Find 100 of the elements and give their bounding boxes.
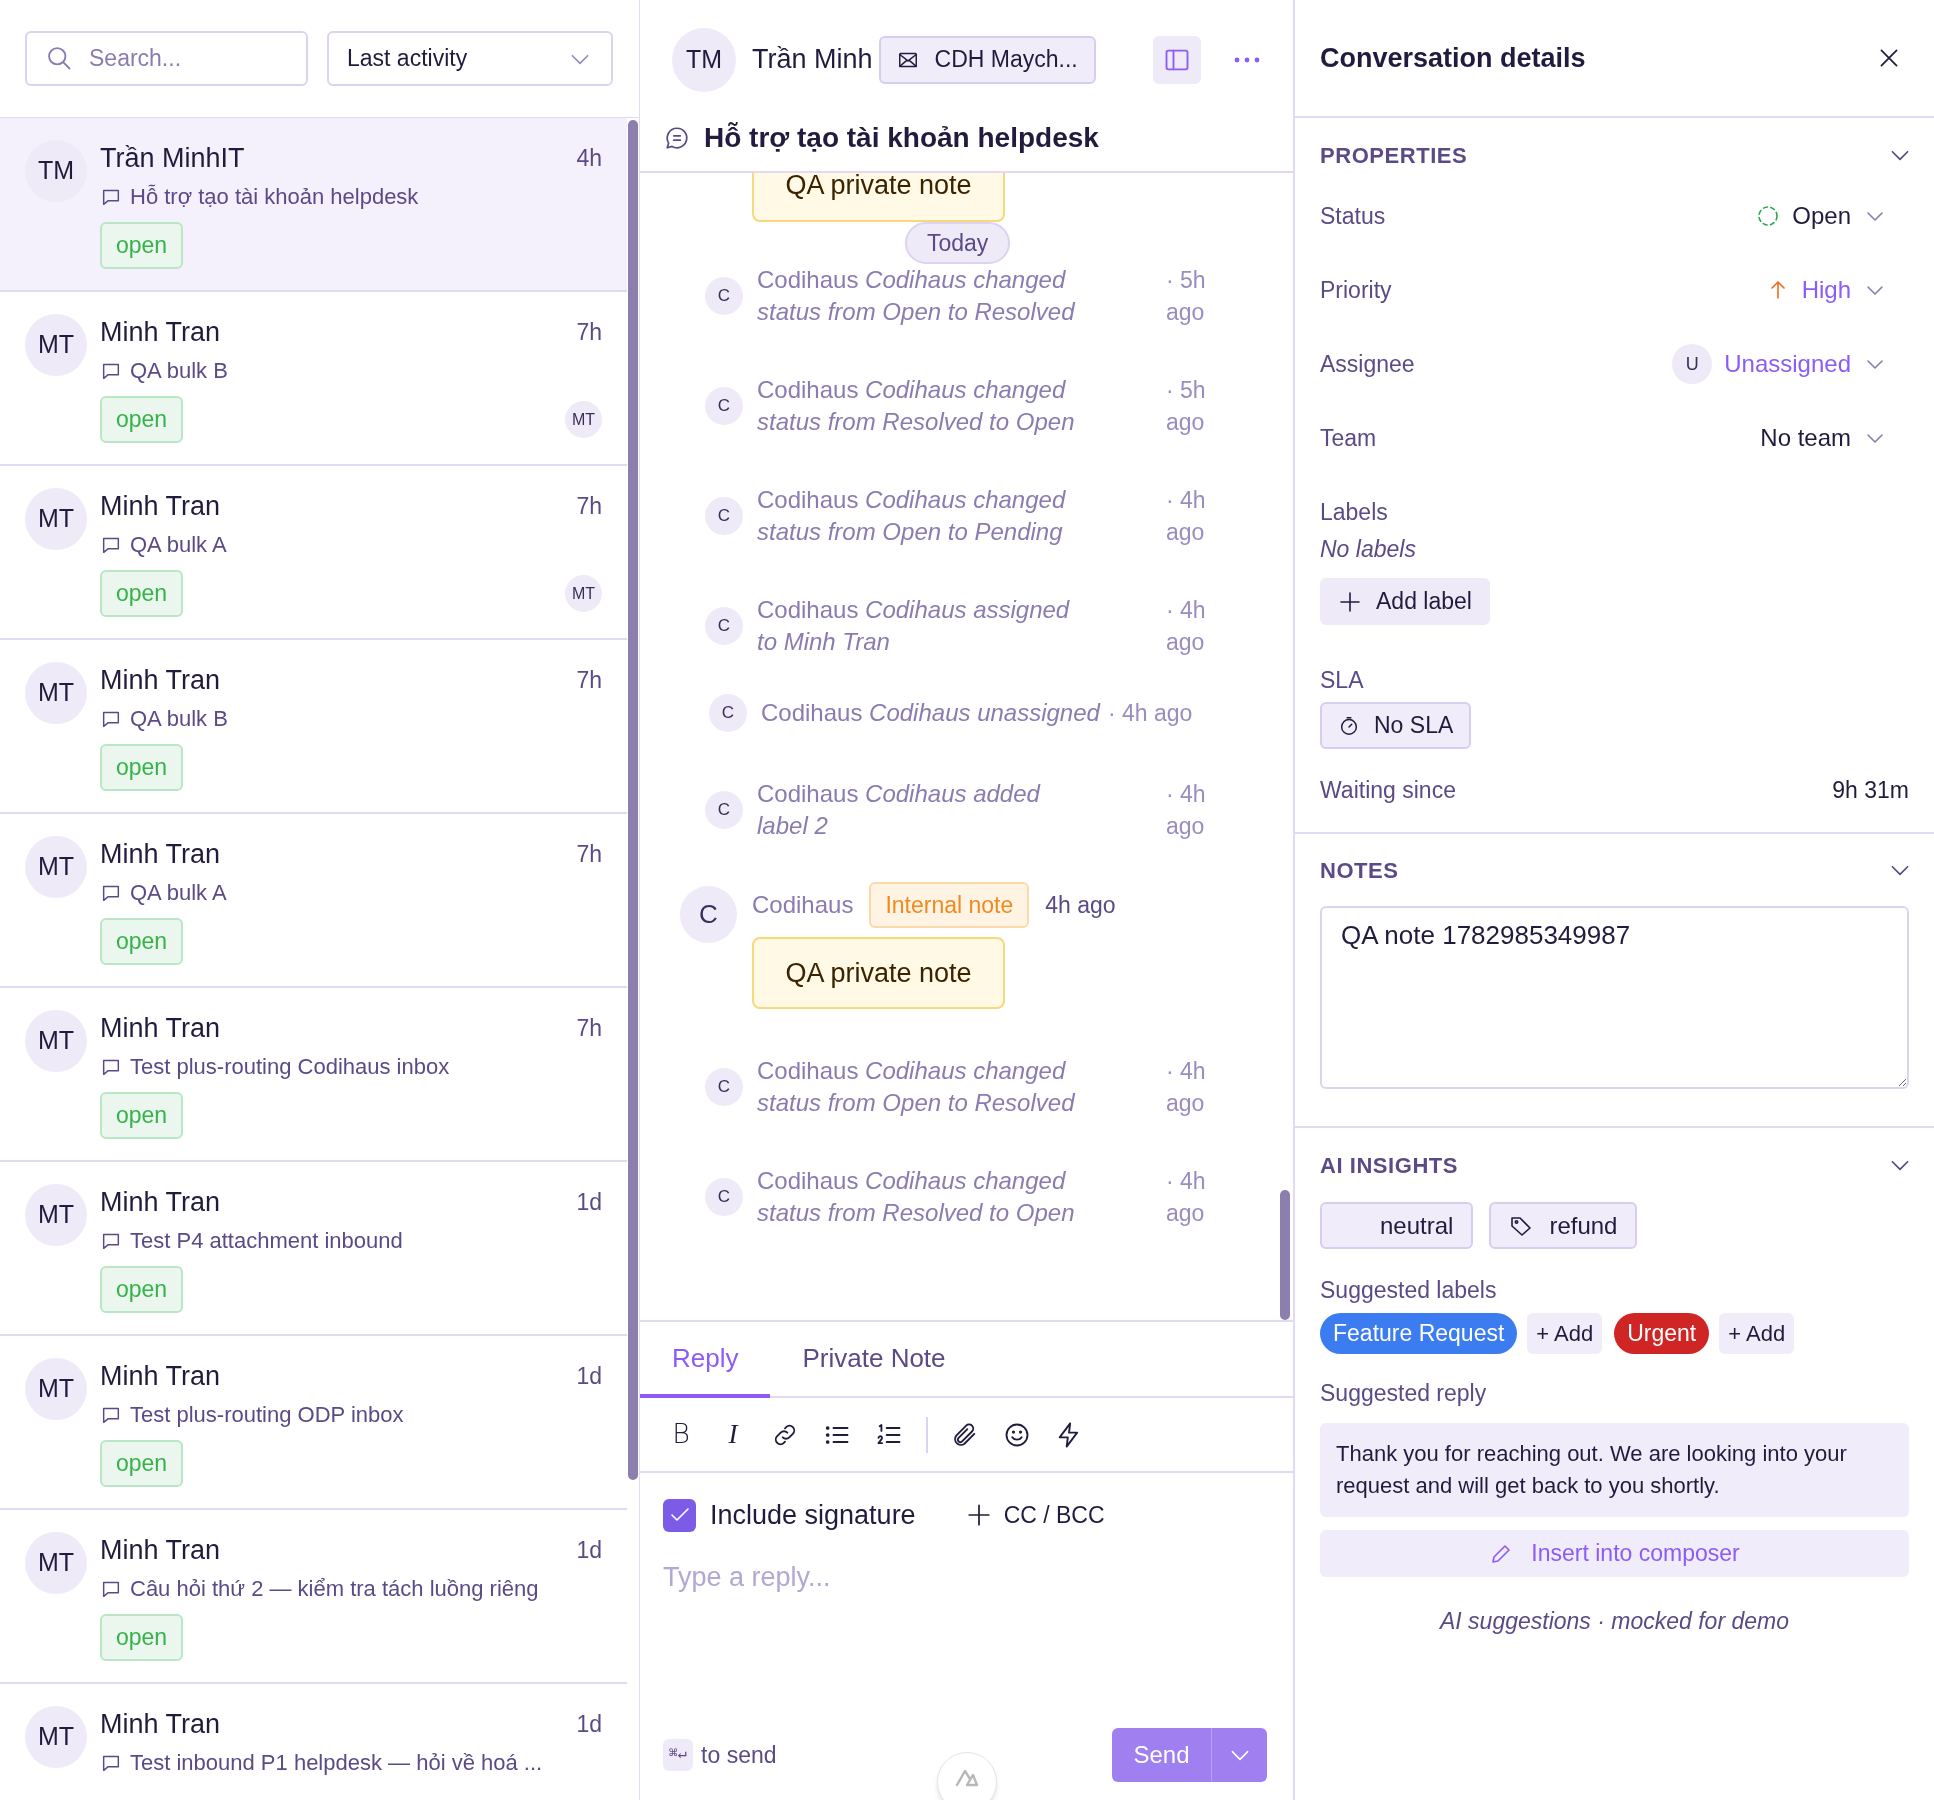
field-label: Assignee <box>1320 349 1415 379</box>
contact-name: Minh Tran <box>100 316 221 349</box>
status-badge: open <box>100 570 184 617</box>
note-bubble: QA private note <box>752 173 1005 222</box>
conversation-item[interactable]: TM Trần MinhIT 4h Hỗ trợ tạo tài khoản helpdesk open <box>0 118 627 292</box>
time-label: · 5h ago <box>1166 376 1207 437</box>
field-label: Waiting since <box>1320 776 1456 805</box>
field-label: Labels <box>1320 498 1389 527</box>
priority-dropdown[interactable]: High <box>1765 272 1909 308</box>
notes-field[interactable]: QA note 1782985349987 <box>1320 906 1909 1089</box>
avatar: C <box>705 1178 743 1216</box>
add-label-button[interactable]: + Add <box>1527 1313 1603 1354</box>
avatar: MT <box>25 488 87 550</box>
signature-checkbox[interactable] <box>663 1498 696 1532</box>
inbox-chip[interactable]: CDH Maych... <box>878 35 1096 84</box>
time-label: 7h <box>576 492 602 521</box>
status-badge: open <box>100 1614 184 1661</box>
avatar: C <box>709 694 747 732</box>
cc-bcc-button[interactable]: CC / BCC <box>965 1497 1105 1533</box>
contact-name: Minh Tran <box>100 1708 221 1741</box>
sort-dropdown[interactable]: Last activity <box>327 31 613 86</box>
composer-tab[interactable]: Private Note <box>770 1322 978 1398</box>
label-pill: Urgent <box>1614 1313 1710 1354</box>
italic-button[interactable]: I <box>718 1417 748 1452</box>
time-label: 1d <box>576 1710 602 1739</box>
time-label: · 4h ago <box>1166 1057 1207 1118</box>
field-label: Priority <box>1320 275 1392 305</box>
subject-text: Test inbound P1 helpdesk — hỏi về hoá ... <box>130 1749 543 1777</box>
section-heading: AI INSIGHTS <box>1320 1151 1459 1180</box>
time-label: 1d <box>576 1188 602 1217</box>
avatar: C <box>705 791 743 829</box>
scrollbar[interactable] <box>628 120 638 1480</box>
time-label: 1d <box>576 1362 602 1391</box>
avatar: MT <box>25 1184 87 1246</box>
footer-note: AI suggestions · mocked for demo <box>1438 1607 1790 1636</box>
activity-text: Codihaus Codihaus changed status from Resolved to Open <box>757 1166 1076 1228</box>
activity-text: Codihaus Codihaus changed status from Open to Resolved <box>757 265 1076 327</box>
field-label: SLA <box>1320 666 1365 695</box>
assignee-avatar: MT <box>565 401 602 438</box>
field-label: Team <box>1320 423 1377 453</box>
sla-badge: No SLA <box>1320 702 1472 749</box>
field-value: 9h 31m <box>1832 776 1909 805</box>
contact-name: Minh Tran <box>100 1534 221 1567</box>
time-label: · 4h ago <box>1166 596 1207 657</box>
time-label: · 4h ago <box>1107 699 1193 728</box>
status-badge: open <box>100 222 184 269</box>
subject-text: QA bulk B <box>130 705 228 733</box>
subject-text: Test plus-routing Codihaus inbox <box>130 1053 450 1081</box>
add-label-button[interactable]: + Add <box>1719 1313 1795 1354</box>
subject-text: QA bulk A <box>130 879 227 907</box>
bold-button[interactable]: B <box>666 1417 696 1452</box>
insert-button[interactable]: Insert into composer <box>1320 1530 1909 1577</box>
avatar: MT <box>25 314 87 376</box>
activity-text: Codihaus Codihaus assigned to Minh Tran <box>757 595 1071 657</box>
add-label-button[interactable]: Add label <box>1320 578 1490 625</box>
time-label: 7h <box>576 318 602 347</box>
composer-tab[interactable]: Reply <box>640 1322 771 1398</box>
status-badge: open <box>100 1440 184 1487</box>
assignee-dropdown[interactable]: U Unassigned <box>1672 344 1909 384</box>
subject-text: QA bulk B <box>130 357 228 385</box>
subheading: Suggested labels <box>1320 1276 1498 1305</box>
reply-input[interactable]: Type a reply... <box>663 1557 1270 1677</box>
internal-note-badge: Internal note <box>869 882 1030 928</box>
avatar: MT <box>25 1706 87 1768</box>
avatar: C <box>705 497 743 535</box>
subject-text: Test P4 attachment inbound <box>130 1227 403 1255</box>
avatar: C <box>705 387 743 425</box>
avatar: MT <box>25 662 87 724</box>
time-label: 7h <box>576 666 602 695</box>
avatar: MT <box>25 1010 87 1072</box>
avatar: TM <box>672 27 736 92</box>
avatar: MT <box>25 1532 87 1594</box>
time-label: · 4h ago <box>1166 486 1207 547</box>
contact-name: Trần Minh <box>752 43 873 77</box>
activity-text: Codihaus Codihaus added label 2 <box>757 779 1042 841</box>
suggested-reply-text: Thank you for reaching out. We are looking into your request and will get back to you shortly. <box>1320 1423 1909 1517</box>
field-label: Status <box>1320 201 1386 231</box>
subject-text: QA bulk A <box>130 531 227 559</box>
status-badge: open <box>100 1092 184 1139</box>
time-label: 7h <box>576 1014 602 1043</box>
subheading: Suggested reply <box>1320 1379 1488 1408</box>
time-label: 4h <box>576 144 602 173</box>
status-badge: open <box>100 918 184 965</box>
subject-text: Hỗ trợ tạo tài khoản helpdesk <box>130 183 419 211</box>
assignee-avatar: MT <box>565 575 602 612</box>
team-dropdown[interactable]: No team <box>1760 420 1909 456</box>
chat-icon <box>664 125 690 151</box>
time-label: 4h ago <box>1045 890 1116 920</box>
time-label: · 4h ago <box>1166 1167 1207 1228</box>
sidebar-toggle-button[interactable] <box>1153 35 1201 84</box>
avatar: C <box>705 277 743 315</box>
search-icon <box>45 44 73 72</box>
avatar: MT <box>25 836 87 898</box>
avatar: C <box>680 886 737 943</box>
time-label: 7h <box>576 840 602 869</box>
ellipsis-icon <box>1234 55 1260 64</box>
time-label: · 5h ago <box>1166 266 1207 327</box>
scrollbar[interactable] <box>1280 1190 1290 1320</box>
status-dropdown[interactable]: Open <box>1756 198 1909 234</box>
search-field[interactable]: Search... <box>25 31 308 86</box>
